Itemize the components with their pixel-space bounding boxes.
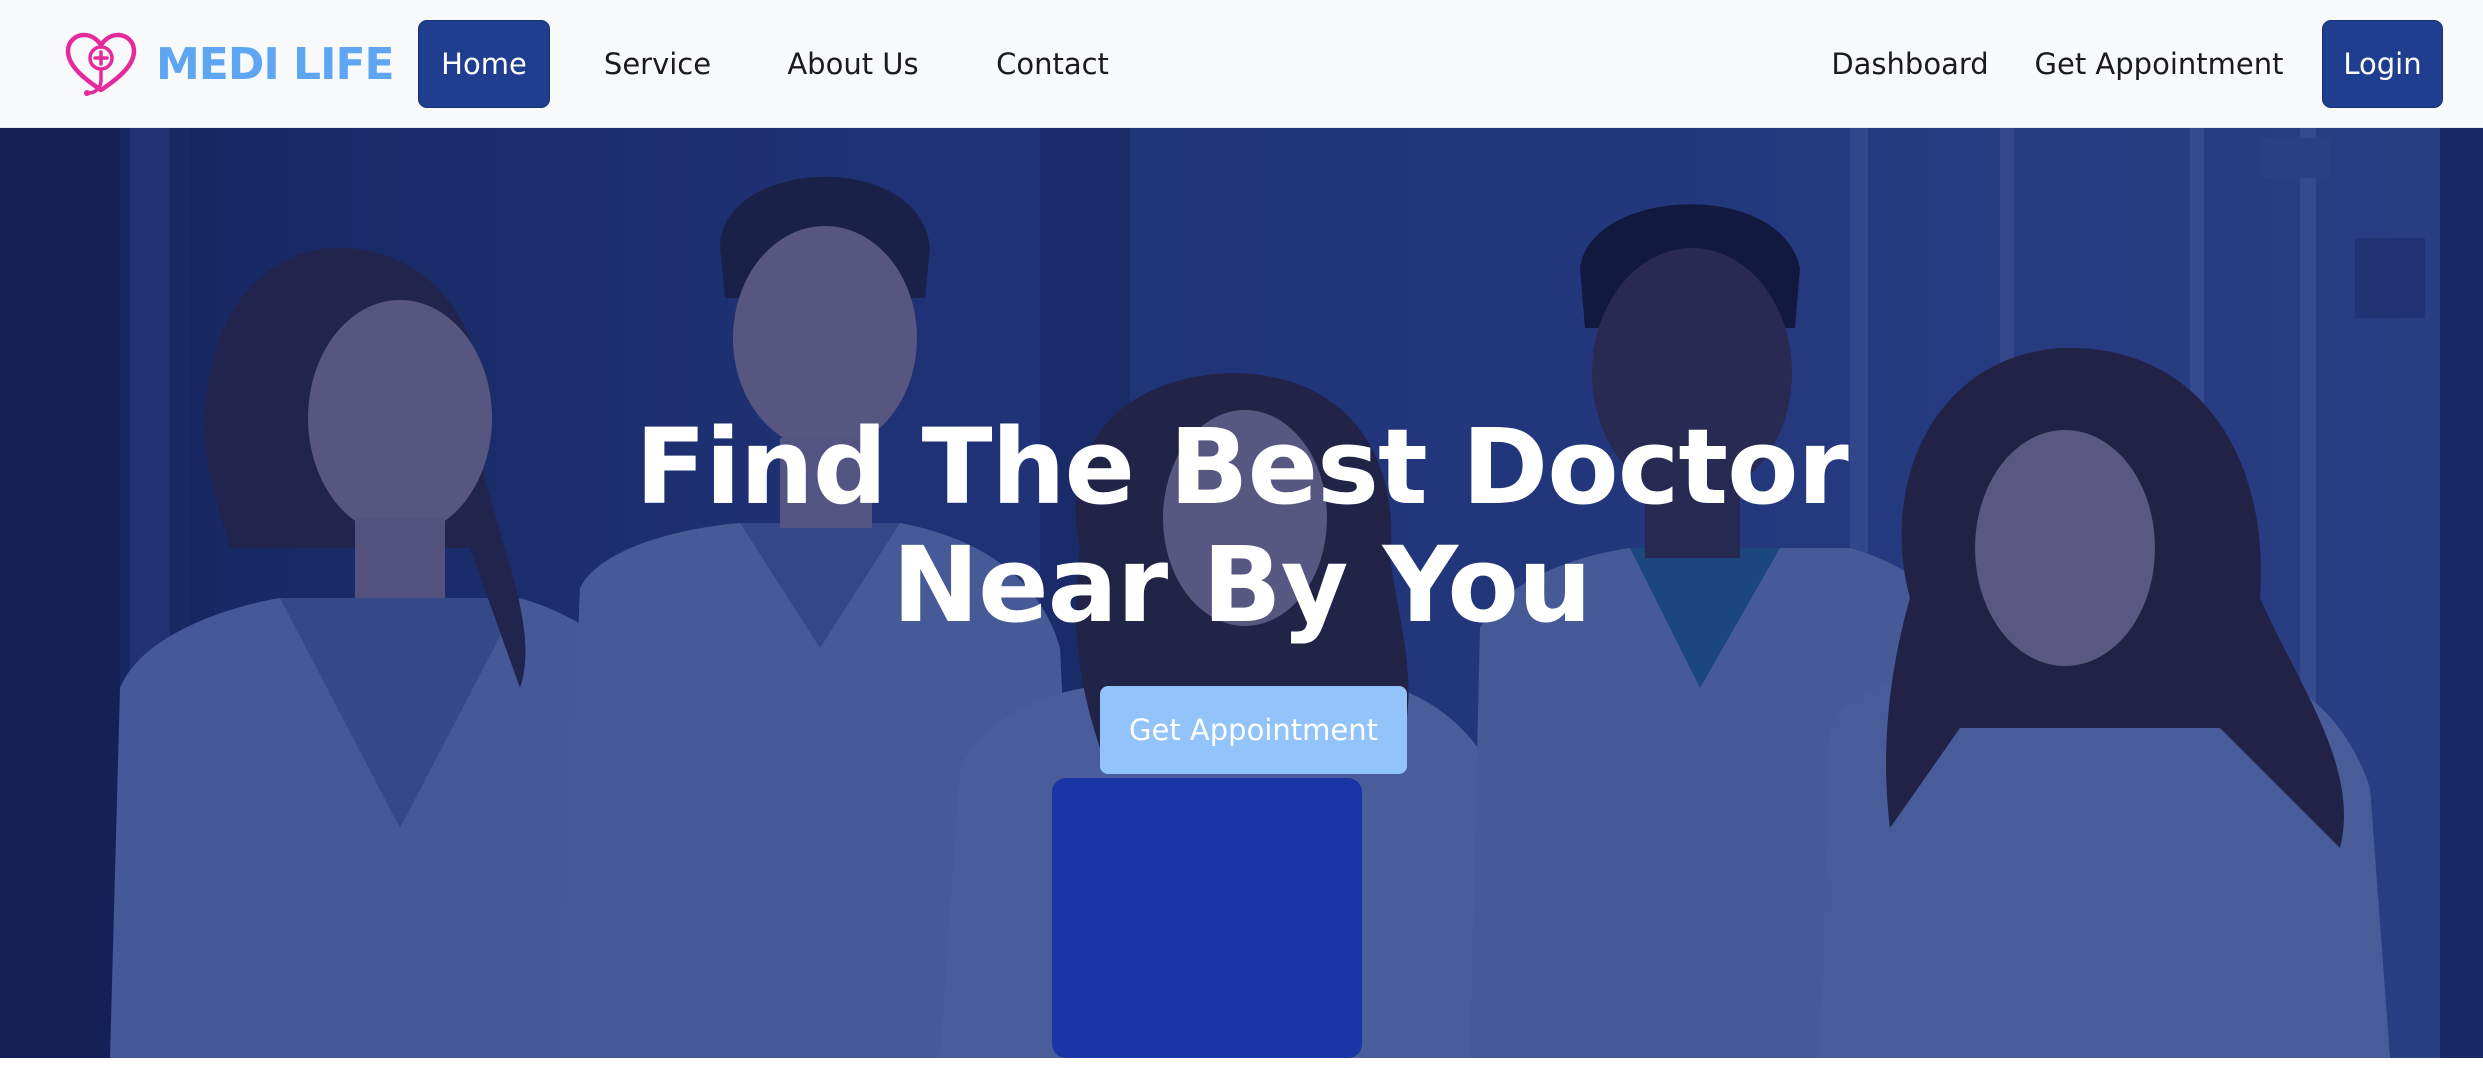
nav-service-link[interactable]: Service	[600, 20, 715, 108]
brand-logo-link[interactable]: MEDI LIFE	[62, 30, 395, 98]
login-button[interactable]: Login	[2322, 20, 2443, 108]
navbar: MEDI LIFE Home Service About Us Contact …	[0, 0, 2483, 128]
nav-get-appointment-link[interactable]: Get Appointment	[2033, 20, 2285, 108]
hero-title: Find The Best Doctor Near By You	[0, 408, 2483, 644]
nav-home-link[interactable]: Home	[418, 20, 550, 108]
page-bottom-edge	[0, 1058, 2483, 1066]
nav-contact-link[interactable]: Contact	[990, 20, 1115, 108]
brand-name: MEDI LIFE	[156, 38, 395, 90]
heart-stethoscope-icon	[62, 30, 140, 98]
hero-section: Find The Best Doctor Near By You Get App…	[0, 128, 2483, 1058]
hero-title-line-2: Near By You	[892, 524, 1592, 646]
nav-about-us-link[interactable]: About Us	[783, 20, 923, 108]
hero-get-appointment-button[interactable]: Get Appointment	[1100, 686, 1407, 774]
nav-dashboard-link[interactable]: Dashboard	[1826, 20, 1994, 108]
hero-title-line-1: Find The Best Doctor	[635, 406, 1849, 528]
